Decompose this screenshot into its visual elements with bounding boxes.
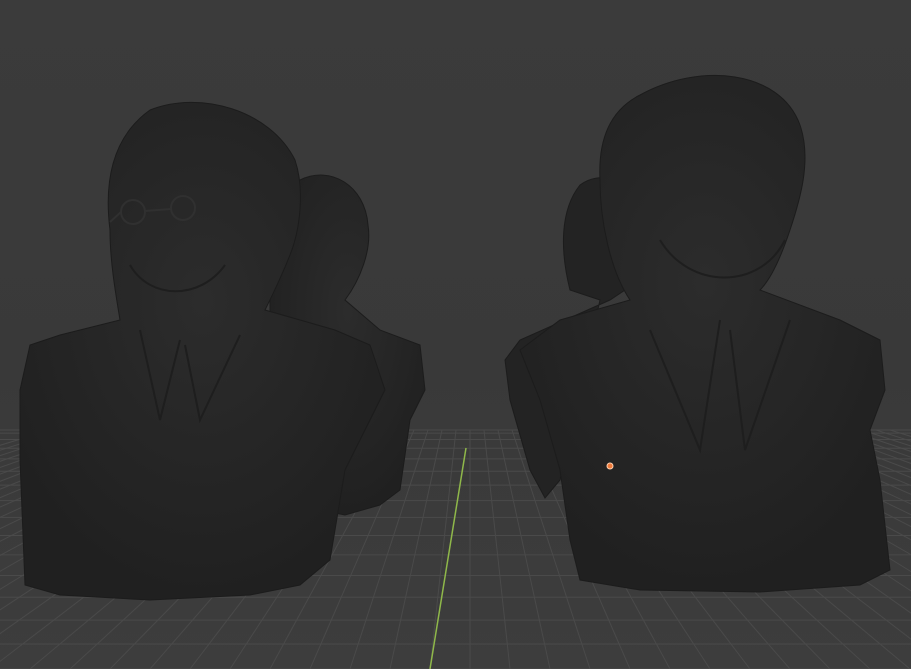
origin-point-icon[interactable]	[606, 462, 614, 470]
y-axis-line	[429, 447, 467, 669]
viewport-canvas[interactable]	[0, 0, 911, 669]
bust-right[interactable]	[519, 74, 891, 593]
3d-viewport[interactable]	[0, 0, 911, 669]
